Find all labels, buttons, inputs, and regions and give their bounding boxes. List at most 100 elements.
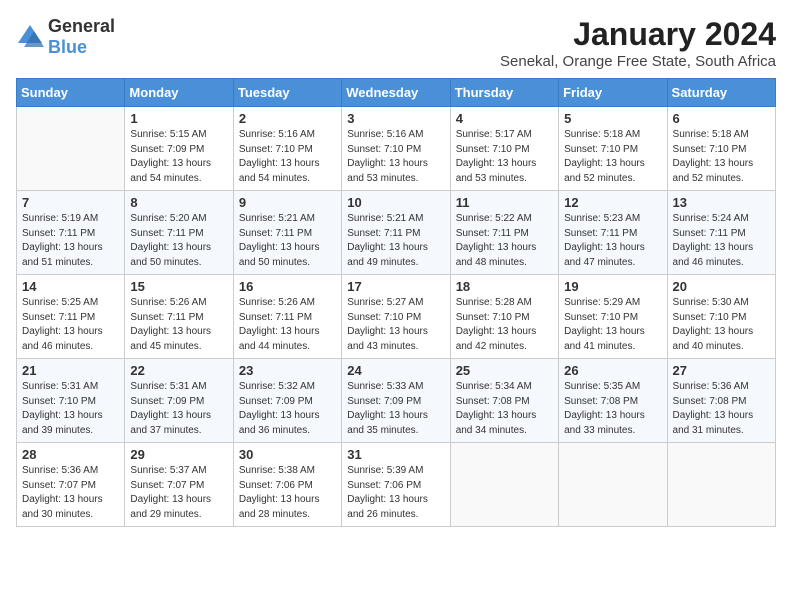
day-number: 5 [564,111,661,126]
day-info: Sunrise: 5:19 AMSunset: 7:11 PMDaylight:… [22,212,119,270]
month-year-title: January 2024 [500,16,776,53]
col-header-sunday: Sunday [17,79,125,107]
day-number: 20 [673,279,770,294]
day-info: Sunrise: 5:24 AMSunset: 7:11 PMDaylight:… [673,212,770,270]
calendar-cell [450,443,558,527]
calendar-cell: 5 Sunrise: 5:18 AMSunset: 7:10 PMDaylight… [559,107,667,191]
day-number: 23 [239,363,336,378]
col-header-tuesday: Tuesday [233,79,341,107]
calendar-cell: 2 Sunrise: 5:16 AMSunset: 7:10 PMDaylight… [233,107,341,191]
calendar-cell: 11 Sunrise: 5:22 AMSunset: 7:11 PMDayligh… [450,191,558,275]
day-number: 12 [564,195,661,210]
day-number: 4 [456,111,553,126]
week-row-3: 14 Sunrise: 5:25 AMSunset: 7:11 PMDayligh… [17,275,776,359]
calendar-cell [667,443,775,527]
day-info: Sunrise: 5:39 AMSunset: 7:06 PMDaylight:… [347,464,444,522]
day-number: 14 [22,279,119,294]
location-subtitle: Senekal, Orange Free State, South Africa [500,53,776,70]
calendar-cell: 3 Sunrise: 5:16 AMSunset: 7:10 PMDaylight… [342,107,450,191]
logo-text: General Blue [48,16,115,58]
calendar-cell: 18 Sunrise: 5:28 AMSunset: 7:10 PMDayligh… [450,275,558,359]
calendar-cell [559,443,667,527]
day-info: Sunrise: 5:28 AMSunset: 7:10 PMDaylight:… [456,296,553,354]
day-info: Sunrise: 5:23 AMSunset: 7:11 PMDaylight:… [564,212,661,270]
calendar-cell: 19 Sunrise: 5:29 AMSunset: 7:10 PMDayligh… [559,275,667,359]
calendar-cell: 21 Sunrise: 5:31 AMSunset: 7:10 PMDayligh… [17,359,125,443]
week-row-2: 7 Sunrise: 5:19 AMSunset: 7:11 PMDaylight… [17,191,776,275]
day-number: 31 [347,447,444,462]
day-info: Sunrise: 5:21 AMSunset: 7:11 PMDaylight:… [347,212,444,270]
day-number: 8 [130,195,227,210]
col-header-saturday: Saturday [667,79,775,107]
calendar-cell: 29Sunrise: 5:37 AMSunset: 7:07 PMDayligh… [125,443,233,527]
day-number: 18 [456,279,553,294]
col-header-friday: Friday [559,79,667,107]
day-info: Sunrise: 5:22 AMSunset: 7:11 PMDaylight:… [456,212,553,270]
col-header-wednesday: Wednesday [342,79,450,107]
day-info: Sunrise: 5:16 AMSunset: 7:10 PMDaylight:… [347,128,444,186]
day-info: Sunrise: 5:33 AMSunset: 7:09 PMDaylight:… [347,380,444,438]
day-info: Sunrise: 5:35 AMSunset: 7:08 PMDaylight:… [564,380,661,438]
day-info: Sunrise: 5:21 AMSunset: 7:11 PMDaylight:… [239,212,336,270]
calendar-cell: 26Sunrise: 5:35 AMSunset: 7:08 PMDayligh… [559,359,667,443]
day-number: 6 [673,111,770,126]
day-info: Sunrise: 5:25 AMSunset: 7:11 PMDaylight:… [22,296,119,354]
day-info: Sunrise: 5:15 AMSunset: 7:09 PMDaylight:… [130,128,227,186]
day-info: Sunrise: 5:20 AMSunset: 7:11 PMDaylight:… [130,212,227,270]
day-info: Sunrise: 5:31 AMSunset: 7:10 PMDaylight:… [22,380,119,438]
calendar-cell: 22Sunrise: 5:31 AMSunset: 7:09 PMDayligh… [125,359,233,443]
calendar-cell: 9 Sunrise: 5:21 AMSunset: 7:11 PMDaylight… [233,191,341,275]
day-info: Sunrise: 5:16 AMSunset: 7:10 PMDaylight:… [239,128,336,186]
day-number: 10 [347,195,444,210]
day-number: 28 [22,447,119,462]
day-info: Sunrise: 5:29 AMSunset: 7:10 PMDaylight:… [564,296,661,354]
week-row-4: 21 Sunrise: 5:31 AMSunset: 7:10 PMDayligh… [17,359,776,443]
week-row-1: 1Sunrise: 5:15 AMSunset: 7:09 PMDaylight… [17,107,776,191]
day-number: 11 [456,195,553,210]
calendar-cell: 4 Sunrise: 5:17 AMSunset: 7:10 PMDaylight… [450,107,558,191]
calendar-cell: 7 Sunrise: 5:19 AMSunset: 7:11 PMDaylight… [17,191,125,275]
day-number: 13 [673,195,770,210]
day-number: 27 [673,363,770,378]
day-number: 16 [239,279,336,294]
week-row-5: 28Sunrise: 5:36 AMSunset: 7:07 PMDayligh… [17,443,776,527]
day-info: Sunrise: 5:36 AMSunset: 7:08 PMDaylight:… [673,380,770,438]
day-info: Sunrise: 5:17 AMSunset: 7:10 PMDaylight:… [456,128,553,186]
day-number: 21 [22,363,119,378]
day-info: Sunrise: 5:18 AMSunset: 7:10 PMDaylight:… [564,128,661,186]
calendar-cell: 24 Sunrise: 5:33 AMSunset: 7:09 PMDayligh… [342,359,450,443]
day-info: Sunrise: 5:26 AMSunset: 7:11 PMDaylight:… [239,296,336,354]
calendar-cell [17,107,125,191]
day-number: 15 [130,279,227,294]
calendar-cell: 14 Sunrise: 5:25 AMSunset: 7:11 PMDayligh… [17,275,125,359]
calendar-cell: 15Sunrise: 5:26 AMSunset: 7:11 PMDayligh… [125,275,233,359]
calendar-header-row: SundayMondayTuesdayWednesdayThursdayFrid… [17,79,776,107]
day-number: 17 [347,279,444,294]
day-info: Sunrise: 5:34 AMSunset: 7:08 PMDaylight:… [456,380,553,438]
logo: General Blue [16,16,115,58]
logo-icon [16,23,44,51]
calendar-cell: 27 Sunrise: 5:36 AMSunset: 7:08 PMDayligh… [667,359,775,443]
calendar-cell: 12 Sunrise: 5:23 AMSunset: 7:11 PMDayligh… [559,191,667,275]
calendar-cell: 1Sunrise: 5:15 AMSunset: 7:09 PMDaylight… [125,107,233,191]
calendar-cell: 10 Sunrise: 5:21 AMSunset: 7:11 PMDayligh… [342,191,450,275]
day-info: Sunrise: 5:27 AMSunset: 7:10 PMDaylight:… [347,296,444,354]
calendar-cell: 20Sunrise: 5:30 AMSunset: 7:10 PMDayligh… [667,275,775,359]
day-number: 9 [239,195,336,210]
day-number: 25 [456,363,553,378]
day-info: Sunrise: 5:37 AMSunset: 7:07 PMDaylight:… [130,464,227,522]
day-number: 7 [22,195,119,210]
logo-blue: Blue [48,37,87,57]
calendar-cell: 6Sunrise: 5:18 AMSunset: 7:10 PMDaylight… [667,107,775,191]
calendar-cell: 8 Sunrise: 5:20 AMSunset: 7:11 PMDaylight… [125,191,233,275]
day-number: 2 [239,111,336,126]
day-number: 3 [347,111,444,126]
day-number: 24 [347,363,444,378]
col-header-monday: Monday [125,79,233,107]
calendar-cell: 16 Sunrise: 5:26 AMSunset: 7:11 PMDayligh… [233,275,341,359]
calendar-table: SundayMondayTuesdayWednesdayThursdayFrid… [16,78,776,527]
day-number: 19 [564,279,661,294]
calendar-cell: 13 Sunrise: 5:24 AMSunset: 7:11 PMDayligh… [667,191,775,275]
page-header: General Blue January 2024 Senekal, Orang… [16,16,776,70]
title-block: January 2024 Senekal, Orange Free State,… [500,16,776,70]
